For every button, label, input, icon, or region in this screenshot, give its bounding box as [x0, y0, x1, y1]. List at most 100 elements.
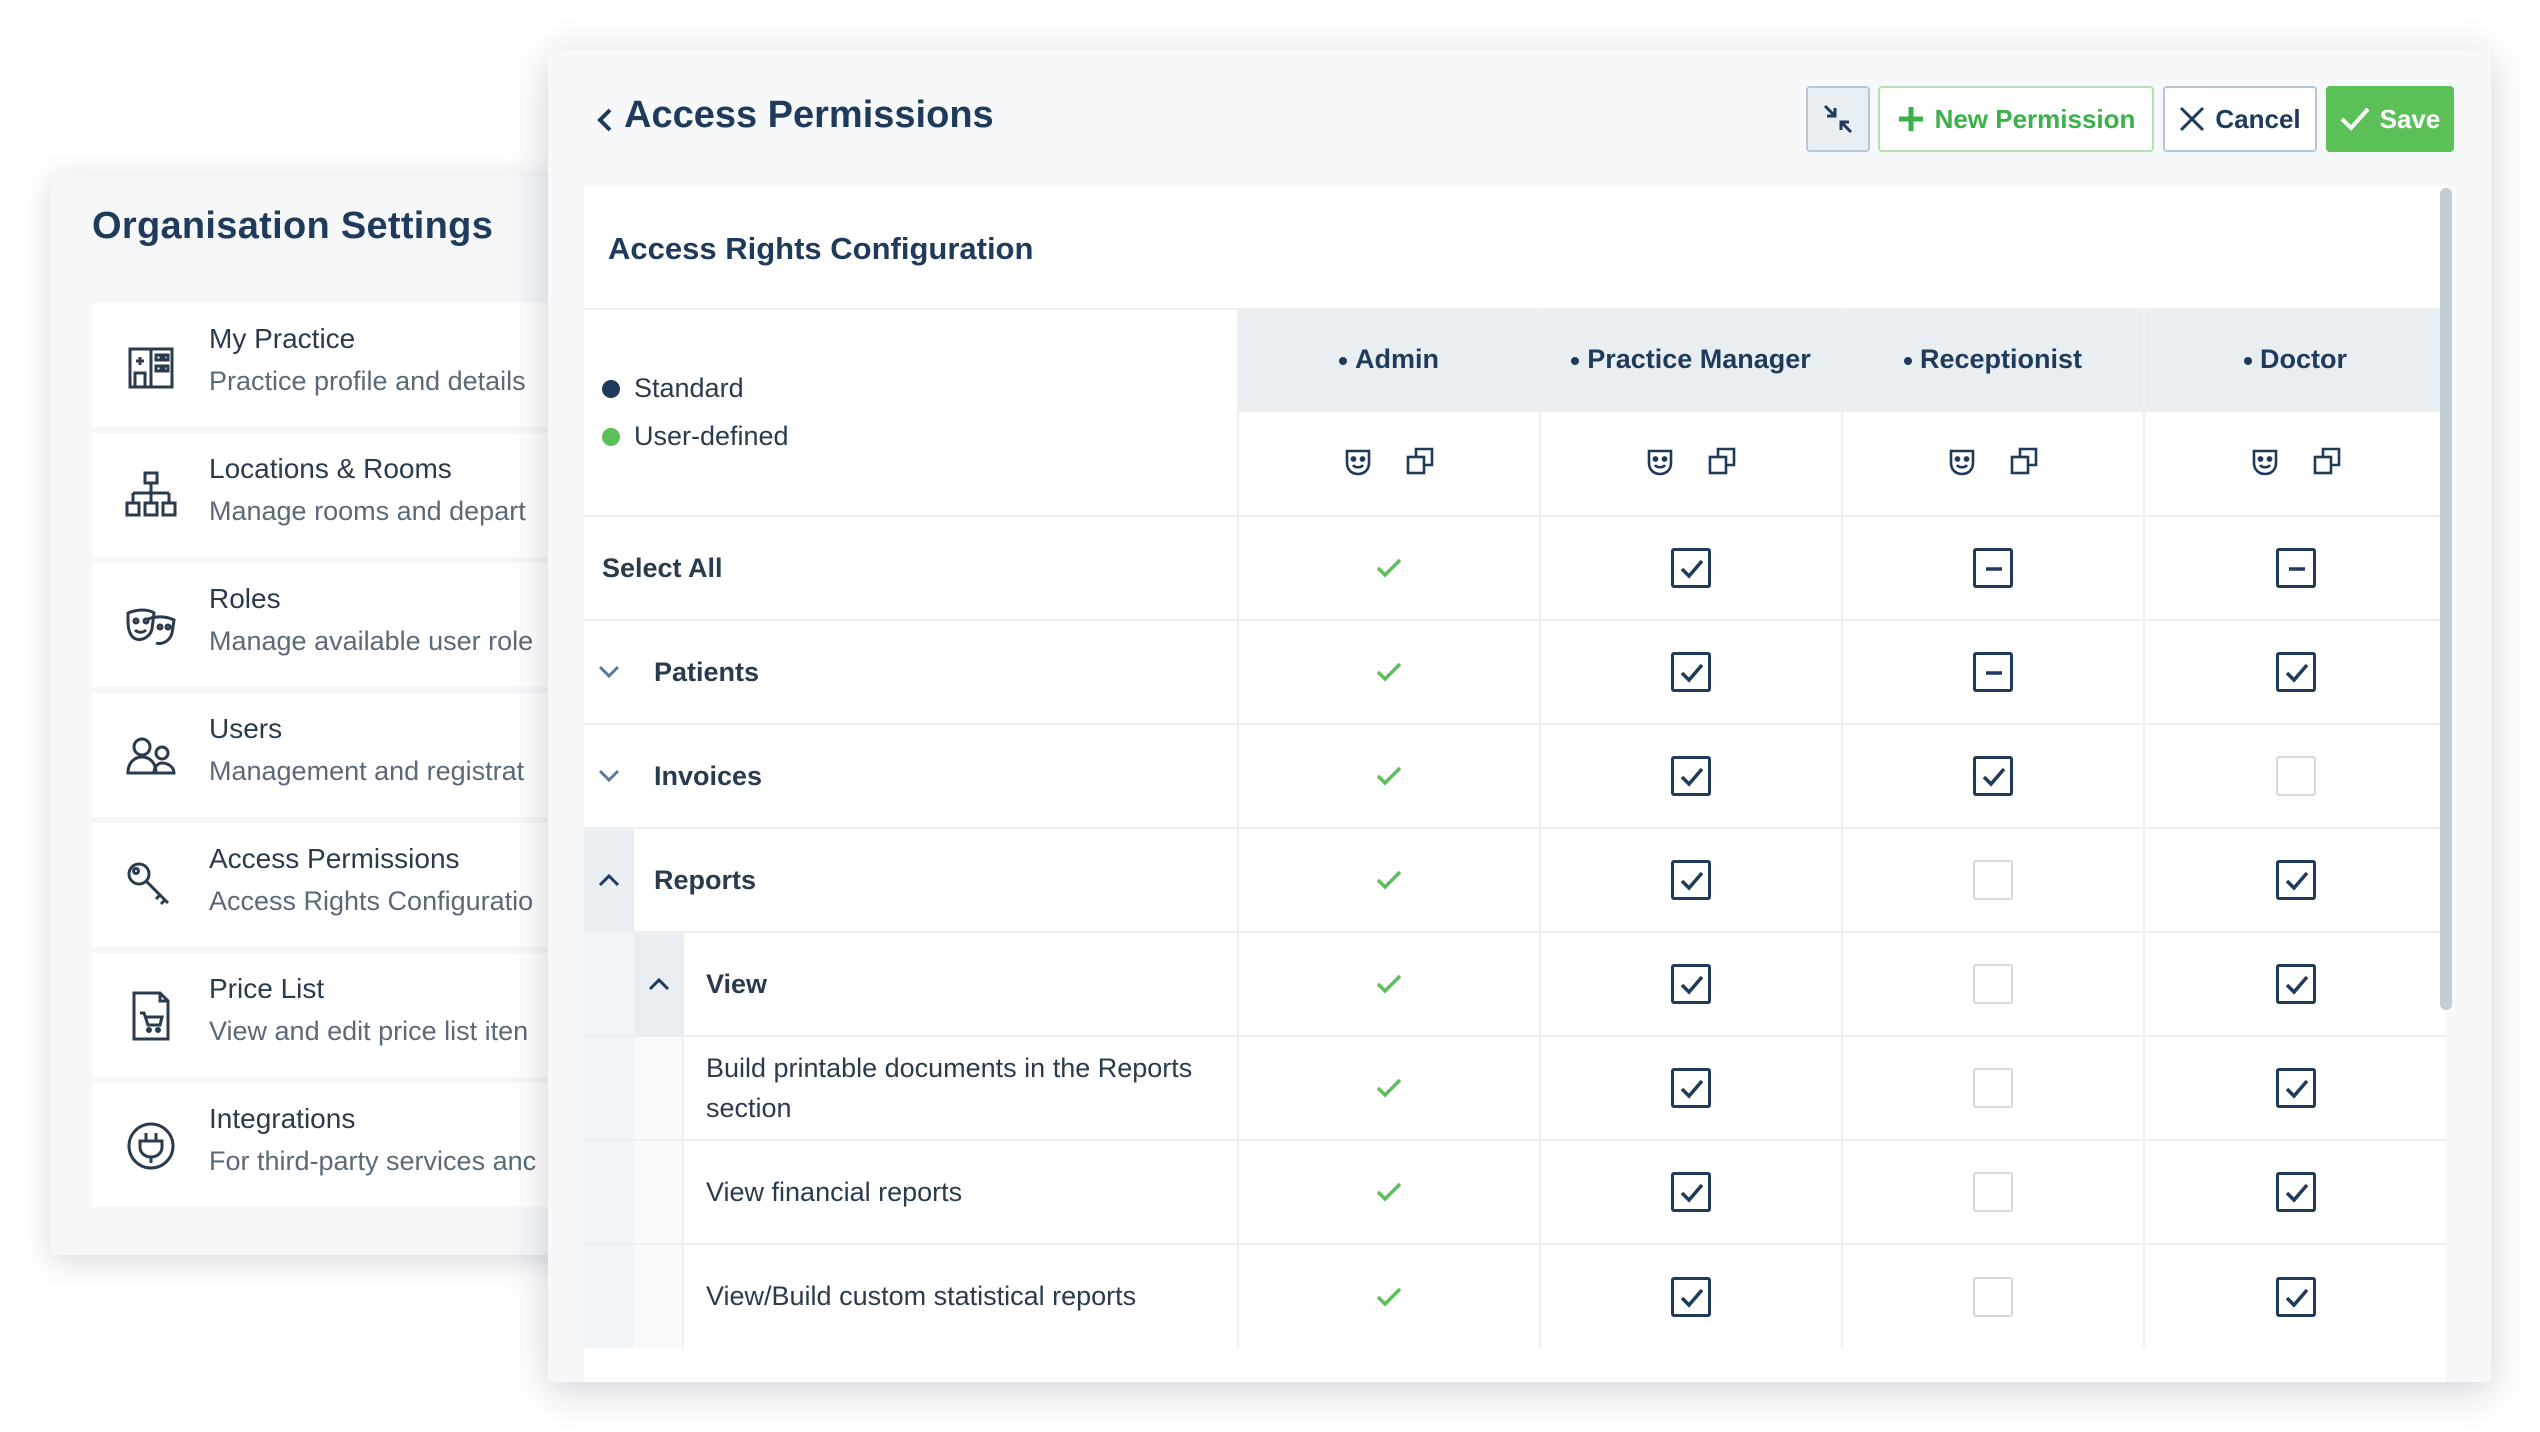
standard-tick-icon [1376, 1182, 1402, 1202]
checkbox-empty[interactable] [2275, 756, 2316, 796]
duplicate-icon[interactable] [1706, 445, 1738, 477]
permission-label: Patients [654, 656, 760, 687]
save-button[interactable]: Save [2326, 86, 2454, 152]
indent-bar [584, 933, 634, 1035]
permission-label-cell: Reports [584, 827, 1239, 932]
duplicate-icon[interactable] [2008, 445, 2040, 477]
hierarchy-icon [125, 471, 177, 517]
permission-cell [1842, 827, 2145, 932]
checkmark-icon [2340, 107, 2370, 131]
org-item-title: Users [209, 713, 283, 744]
permission-label-wrap: View financial reports [706, 1141, 1217, 1243]
smiley-icon[interactable] [1946, 445, 1978, 477]
checkbox-empty[interactable] [1973, 1172, 2013, 1212]
org-item-title: Roles [209, 583, 281, 614]
role-dot-icon [1339, 357, 1347, 366]
check-icon [2285, 871, 2308, 891]
org-item-desc: View and edit price list iten [209, 1016, 529, 1046]
role-dot-icon [1903, 357, 1912, 366]
permission-cell [1238, 619, 1541, 724]
role-action-icons [1946, 445, 2040, 477]
check-icon [2285, 1079, 2308, 1099]
checkbox-checked[interactable] [1671, 756, 1711, 796]
permission-label-cell: Invoices [584, 723, 1239, 828]
role-actions [2144, 409, 2446, 516]
minus-icon [1986, 671, 2002, 675]
row-expander[interactable] [584, 829, 634, 931]
cancel-button[interactable]: Cancel [2163, 86, 2317, 152]
permission-row: Patients [584, 619, 2446, 724]
role-action-icons [1342, 445, 1436, 477]
role-action-icons [1644, 445, 1738, 477]
org-item-title: Price List [209, 973, 325, 1004]
checkbox-checked[interactable] [2275, 1172, 2316, 1212]
keys-icon [127, 862, 170, 906]
checkbox-checked[interactable] [1671, 964, 1711, 1004]
permission-cell [1842, 1139, 2145, 1244]
indent-bar [584, 1141, 634, 1243]
checkbox-checked[interactable] [1973, 756, 2013, 796]
collapse-button[interactable] [1806, 86, 1870, 152]
duplicate-icon[interactable] [1404, 445, 1436, 477]
checkbox-checked[interactable] [1671, 1276, 1711, 1317]
access-permissions-panel: Access Permissions New Permission Cancel… [548, 50, 2491, 1382]
access-permissions-header: Access Permissions New Permission Cancel… [548, 50, 2491, 185]
chevron-up-icon [648, 977, 670, 991]
standard-tick-icon [1376, 558, 1402, 578]
checkbox-checked[interactable] [1671, 1068, 1711, 1108]
permission-cell [1540, 1243, 1843, 1348]
smiley-icon[interactable] [1644, 445, 1676, 477]
new-permission-button[interactable]: New Permission [1878, 86, 2154, 152]
org-item-desc: Access Rights Configuratio [209, 886, 534, 916]
back-chevron-icon[interactable] [590, 100, 620, 140]
masks-icon [126, 608, 176, 645]
permission-cell [2144, 619, 2446, 724]
checkbox-partial[interactable] [2275, 548, 2316, 588]
smiley-icon[interactable] [1342, 445, 1374, 477]
checkbox-checked[interactable] [2275, 964, 2316, 1004]
checkbox-checked[interactable] [2275, 1068, 2316, 1108]
checkbox-partial[interactable] [1973, 548, 2013, 588]
row-expander[interactable] [584, 621, 634, 723]
checkbox-checked[interactable] [1671, 1172, 1711, 1212]
permission-label: Build printable documents in the Reports… [706, 1052, 1193, 1124]
permission-label-cell: View [584, 931, 1239, 1036]
row-expander[interactable] [634, 933, 684, 1035]
checkbox-checked[interactable] [2275, 652, 2316, 692]
permission-label: Reports [654, 864, 757, 895]
role-dot-icon [1571, 357, 1580, 366]
standard-tick-icon [1376, 974, 1402, 994]
permission-label-wrap: Invoices [654, 725, 1217, 827]
standard-tick-icon [1376, 1078, 1402, 1098]
checkbox-checked[interactable] [1671, 652, 1711, 692]
checkbox-empty[interactable] [1973, 1276, 2013, 1317]
indent-bar [634, 1245, 684, 1348]
smiley-icon[interactable] [2249, 445, 2281, 477]
checkbox-checked[interactable] [2275, 860, 2316, 900]
close-icon [2180, 106, 2205, 132]
role-name: Receptionist [1919, 344, 2083, 375]
users-icon [126, 737, 176, 775]
checkbox-checked[interactable] [2275, 1276, 2316, 1317]
chevron-down-icon [598, 769, 620, 783]
check-icon [1680, 1079, 1704, 1099]
standard-tick-icon [1376, 662, 1402, 682]
permission-cell [1540, 827, 1843, 932]
duplicate-icon[interactable] [2311, 445, 2343, 477]
standard-tick-icon [1376, 870, 1402, 890]
checkbox-empty[interactable] [1973, 860, 2013, 900]
check-icon [1680, 871, 1704, 891]
checkbox-checked[interactable] [1671, 860, 1711, 900]
price-list-icon [132, 991, 170, 1041]
org-item-desc: For third-party services anc [209, 1146, 537, 1176]
checkbox-empty[interactable] [1973, 964, 2013, 1004]
checkbox-empty[interactable] [1973, 1068, 2013, 1108]
scrollbar[interactable] [2440, 188, 2452, 1010]
chevron-down-icon [598, 665, 620, 679]
checkbox-checked[interactable] [1671, 548, 1711, 588]
checkbox-partial[interactable] [1973, 652, 2013, 692]
row-expander[interactable] [584, 725, 634, 827]
permission-label: View financial reports [706, 1176, 963, 1207]
minus-icon [1986, 567, 2002, 571]
permission-cell [1540, 723, 1843, 828]
